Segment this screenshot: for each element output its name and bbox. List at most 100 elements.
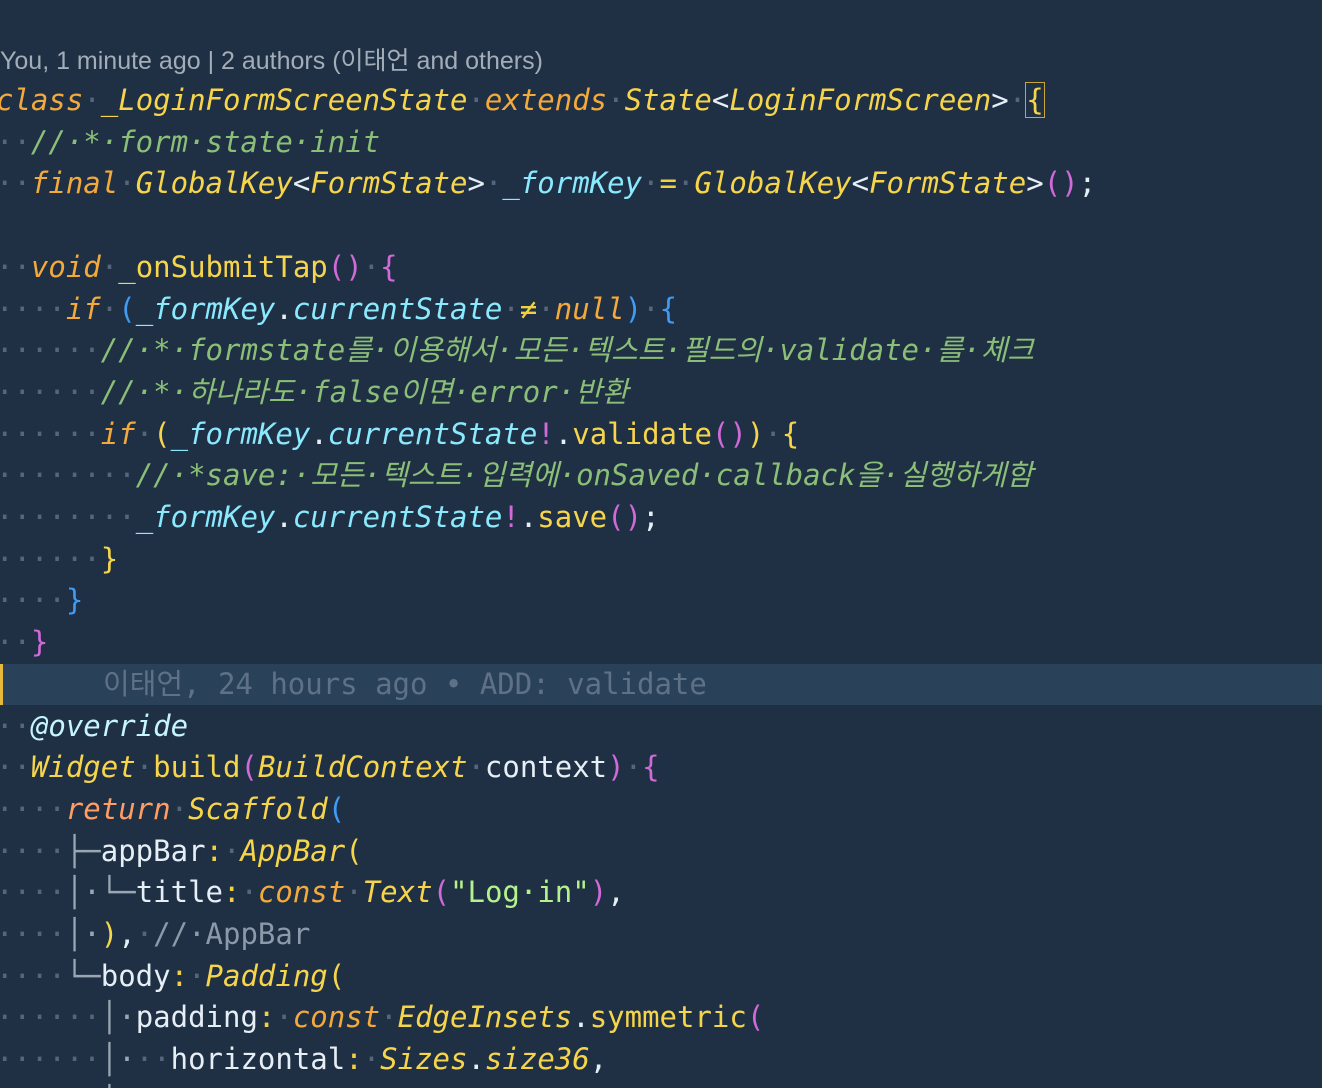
whitespace-marker: ······ (0, 1000, 101, 1035)
code-line[interactable]: ····└─body:·Padding( (0, 956, 345, 998)
code-token: return (65, 791, 171, 826)
code-token: appBar (100, 833, 206, 868)
code-line[interactable]: ······//·*·하나라도·false이면·error·반환 (0, 372, 628, 414)
code-editor[interactable]: You, 1 minute ago | 2 authors (이태언 and o… (0, 0, 1322, 1088)
code-token: ) (746, 416, 765, 451)
whitespace-marker: ······ (0, 1084, 101, 1088)
codelens-authors[interactable]: You, 1 minute ago | 2 authors (이태언 and o… (0, 42, 543, 80)
code-token: ) (136, 1084, 153, 1088)
code-token: class (0, 83, 84, 117)
code-line[interactable]: ··void·_onSubmitTap()·{ (0, 247, 398, 289)
code-token: { (659, 291, 678, 326)
whitespace-marker: ···· (0, 791, 66, 826)
code-token: title (135, 875, 223, 910)
code-token: body (100, 958, 171, 993)
whitespace-marker: · (467, 83, 485, 117)
code-token: if (100, 416, 136, 451)
code-line[interactable]: class·_LoginFormScreenState·extends·Stat… (0, 80, 1045, 122)
code-line[interactable]: ····├─appBar:·AppBar( (0, 831, 363, 873)
whitespace-marker: · (275, 1000, 293, 1035)
code-token: //·AppBar (153, 917, 311, 951)
code-line[interactable]: ······} (0, 539, 118, 581)
code-line[interactable]: ········//·*save:·모든·텍스트·입력에·onSaved·cal… (0, 455, 1033, 497)
code-token: _LoginFormScreenState (100, 83, 468, 117)
code-token: : (345, 1042, 363, 1077)
code-token: ) (607, 750, 625, 785)
code-line[interactable]: ····return·Scaffold( (0, 789, 345, 831)
whitespace-marker: ·· (0, 249, 31, 284)
whitespace-marker: ······ (0, 541, 101, 576)
matched-bracket: { (1025, 82, 1045, 118)
code-token: State (624, 83, 712, 117)
code-line[interactable]: ········_formKey.currentState!.save(); (0, 497, 660, 539)
whitespace-marker: · (240, 875, 258, 910)
code-token: () (607, 500, 643, 534)
code-token: BuildContext (257, 750, 468, 785)
code-line[interactable]: ······│·padding:·const·EdgeInsets.symmet… (0, 997, 764, 1039)
code-token: ( (118, 291, 136, 326)
whitespace-marker: · (135, 750, 154, 785)
code-token: extends (484, 83, 608, 117)
code-line[interactable]: ······if·(_formKey.currentState!.validat… (0, 414, 799, 456)
code-token: . (519, 500, 538, 534)
whitespace-marker: · (467, 750, 485, 785)
code-line[interactable]: ··final·GlobalKey<FormState>·_formKey·=·… (0, 163, 1096, 205)
code-line[interactable]: ····} (0, 580, 83, 622)
whitespace-marker: ·· (135, 1042, 171, 1077)
whitespace-marker: ········ (0, 500, 136, 534)
code-token: ) (624, 291, 643, 326)
code-token: //·*save:·모든·텍스트·입력에·onSaved·callback을·실… (135, 458, 1033, 493)
code-line[interactable]: ····│·),·//·AppBar (0, 914, 310, 956)
code-line[interactable]: ··Widget·build(BuildContext·context)·{ (0, 747, 660, 789)
code-token: } (65, 583, 84, 618)
whitespace-marker: · (118, 166, 136, 201)
code-token: ( (240, 750, 258, 785)
code-token: padding (135, 1000, 258, 1035)
code-line[interactable]: ··@override (0, 706, 188, 748)
code-line[interactable]: ······//·*·formstate를·이용해서·모든·텍스트·필드의·va… (0, 330, 1034, 372)
code-token: ; (1078, 166, 1097, 201)
code-token: ( (327, 791, 346, 826)
code-token: _formKey (502, 166, 643, 201)
code-token: const (292, 1000, 381, 1035)
code-token: size36 (484, 1042, 590, 1077)
code-token: . (310, 416, 328, 451)
code-token: currentState (292, 500, 503, 534)
code-token: void (30, 249, 101, 284)
code-token: Widget (30, 750, 136, 785)
whitespace-marker: · (624, 750, 643, 785)
code-token: , (607, 875, 625, 910)
code-token: currentState (327, 416, 538, 451)
whitespace-marker: · (135, 416, 154, 451)
code-token: > (1026, 166, 1044, 201)
code-token: ! (537, 416, 555, 451)
git-blame-annotation: 이태언, 24 hours ago • ADD: validate (103, 666, 707, 701)
code-token: _onSubmitTap (118, 249, 328, 284)
whitespace-marker: ·· (0, 124, 31, 159)
code-line[interactable]: ··//·*·form·state·init (0, 122, 380, 164)
code-token: "Log·in" (450, 875, 590, 910)
code-token: horizontal (170, 1042, 346, 1077)
whitespace-marker: · (345, 875, 363, 910)
code-token: ) (589, 875, 608, 910)
whitespace-marker: · (1008, 83, 1027, 117)
whitespace-marker: ···· (0, 917, 66, 951)
code-token: ! (502, 500, 520, 534)
code-token: _formKey (135, 291, 276, 326)
code-token: > (991, 83, 1009, 117)
code-line[interactable]: ······│···horizontal:·Sizes.size36, (0, 1039, 607, 1081)
whitespace-marker: · (484, 166, 503, 201)
git-blame-line: 이태언, 24 hours ago • ADD: validate (0, 663, 1322, 706)
whitespace-marker: · (135, 917, 154, 951)
whitespace-marker: ······ (0, 1042, 101, 1077)
whitespace-marker: ········ (0, 458, 136, 493)
code-line[interactable]: ····│·└─title:·const·Text("Log·in"), (0, 872, 625, 914)
code-token: ├─ (65, 833, 101, 868)
code-token: , (153, 1084, 170, 1088)
code-line[interactable]: ······│·), (0, 1081, 171, 1088)
code-line[interactable]: ····if·(_formKey.currentState·≠·null)·{ (0, 289, 677, 331)
code-token: } (100, 541, 119, 576)
whitespace-marker: · (502, 291, 520, 326)
code-token: │· (65, 917, 101, 951)
code-line[interactable]: ··} (0, 622, 48, 664)
